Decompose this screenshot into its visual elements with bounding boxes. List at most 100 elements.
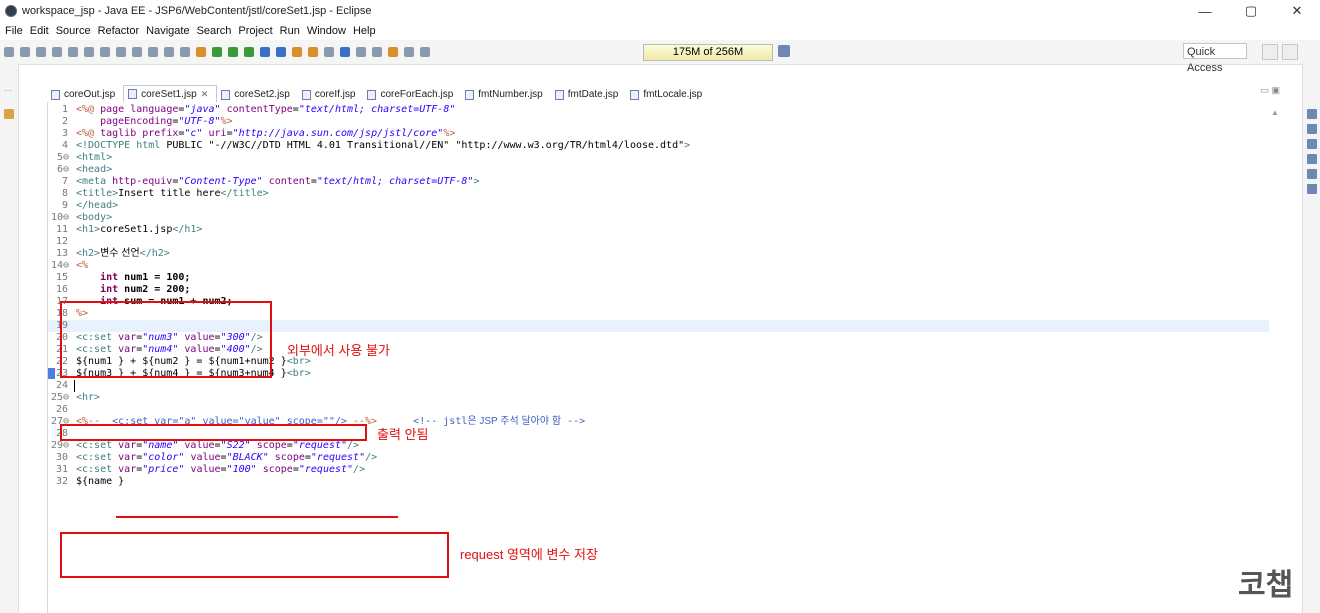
code-text: <%: [76, 260, 89, 271]
search-icon[interactable]: [324, 47, 334, 57]
vertical-scrollbar[interactable]: ▲: [1269, 102, 1281, 613]
editor-tabs: coreOut.jsp coreSet1.jsp ✕ coreSet2.jsp c…: [47, 85, 1280, 102]
text-caret: [74, 380, 75, 392]
scriptlet-highlight-box: [60, 301, 272, 378]
step-into-icon[interactable]: [148, 47, 158, 57]
open-perspective-icon[interactable]: [1262, 44, 1278, 60]
line-number: 5⊖: [56, 152, 69, 163]
java-ee-perspective-icon[interactable]: [1282, 44, 1298, 60]
line-number: 11: [55, 224, 68, 235]
task-list-icon[interactable]: [1307, 124, 1317, 134]
menu-window[interactable]: Window: [307, 25, 346, 37]
line-number: 10⊖: [50, 212, 69, 223]
title-bar: workspace_jsp - Java EE - JSP6/WebConten…: [0, 0, 1320, 22]
code-editor[interactable]: ▲ 1 <%@ page language="java" contentType=…: [47, 102, 1281, 613]
disconnect-icon[interactable]: [132, 47, 142, 57]
menu-file[interactable]: File: [5, 25, 23, 37]
step-over-icon[interactable]: [164, 47, 174, 57]
jsp-file-icon: [630, 89, 640, 100]
snippets-icon[interactable]: [1307, 169, 1317, 179]
last-edit-icon[interactable]: [388, 47, 398, 57]
new-class-icon[interactable]: [292, 47, 302, 57]
window-controls: — ▢ ✕: [1182, 0, 1320, 22]
save-all-icon[interactable]: [36, 47, 46, 57]
line-number: 31: [55, 464, 68, 475]
code-text: <c:set var="name" value="S22" scope="req…: [76, 440, 360, 451]
servers-icon[interactable]: [1307, 139, 1317, 149]
right-minimized-views: [1302, 64, 1320, 613]
tab-fmtdate[interactable]: fmtDate.jsp: [551, 87, 627, 102]
menu-help[interactable]: Help: [353, 25, 376, 37]
resume-icon[interactable]: [84, 47, 94, 57]
window-title: workspace_jsp - Java EE - JSP6/WebConten…: [22, 5, 372, 17]
line-number: 15: [55, 272, 68, 283]
run-icon[interactable]: [228, 47, 238, 57]
menu-source[interactable]: Source: [56, 25, 91, 37]
skip-breakpoints-icon[interactable]: [68, 47, 78, 57]
suspend-icon[interactable]: [100, 47, 110, 57]
code-text: <hr>: [76, 392, 101, 403]
step-return-icon[interactable]: [180, 47, 190, 57]
code-text: </head>: [76, 200, 119, 211]
menu-search[interactable]: Search: [197, 25, 232, 37]
console-icon[interactable]: [1307, 184, 1317, 194]
quick-access-input[interactable]: Quick Access: [1183, 43, 1247, 74]
terminal-icon[interactable]: [52, 47, 62, 57]
open-type-icon[interactable]: [308, 47, 318, 57]
jsp-file-icon: [465, 89, 475, 100]
tab-coreset2[interactable]: coreSet2.jsp: [217, 87, 298, 102]
annotation-store-in-request: request 영역에 변수 저장: [460, 547, 598, 562]
maximize-button[interactable]: ▢: [1228, 0, 1274, 22]
jsp-file-icon: [51, 89, 60, 100]
data-source-icon[interactable]: [1307, 154, 1317, 164]
code-text: ${name }: [76, 476, 125, 487]
toolbar-icons: [4, 45, 634, 59]
tab-fmtlocale[interactable]: fmtLocale.jsp: [626, 87, 710, 102]
debug-icon[interactable]: [212, 47, 222, 57]
menu-navigate[interactable]: Navigate: [146, 25, 189, 37]
menu-edit[interactable]: Edit: [30, 25, 49, 37]
back-icon[interactable]: [404, 47, 414, 57]
close-button[interactable]: ✕: [1274, 0, 1320, 22]
external-tools-icon[interactable]: [244, 47, 254, 57]
line-number: 4: [61, 140, 68, 151]
line-number: 26: [55, 404, 68, 415]
new-java-project-icon[interactable]: [260, 47, 270, 57]
terminate-icon[interactable]: [116, 47, 126, 57]
menu-project[interactable]: Project: [238, 25, 272, 37]
save-icon[interactable]: [20, 47, 30, 57]
new-package-icon[interactable]: [276, 47, 286, 57]
project-explorer-icon[interactable]: [4, 109, 14, 119]
main-toolbar: 175M of 256M Quick Access: [0, 40, 1320, 74]
tab-coreset1[interactable]: coreSet1.jsp ✕: [123, 85, 218, 102]
code-text: <c:set var="color" value="BLACK" scope="…: [76, 452, 378, 463]
outline-icon[interactable]: [1307, 109, 1317, 119]
line-number: 9: [61, 200, 68, 211]
request-scope-highlight-box: [60, 532, 449, 578]
line-number: 30: [55, 452, 68, 463]
forward-icon[interactable]: [420, 47, 430, 57]
jsp-file-icon: [554, 89, 564, 100]
restore-icon[interactable]: ⋯: [4, 86, 12, 95]
annotation-no-output: 출력 안됨: [377, 427, 429, 442]
server-icon[interactable]: [196, 47, 206, 57]
close-tab-icon[interactable]: ✕: [201, 87, 209, 102]
line-number: 13: [55, 248, 68, 259]
tab-fmtnumber[interactable]: fmtNumber.jsp: [461, 87, 550, 102]
tab-coreif[interactable]: coreIf.jsp: [298, 87, 364, 102]
tab-coreforeach[interactable]: coreForEach.jsp: [363, 87, 461, 102]
code-text: <h1>coreSet1.jsp</h1>: [76, 224, 203, 235]
minimize-button[interactable]: —: [1182, 0, 1228, 22]
line-number: 29⊖: [50, 440, 69, 451]
scroll-up-icon[interactable]: ▲: [1271, 108, 1279, 117]
new-icon[interactable]: [4, 47, 14, 57]
garbage-collect-icon[interactable]: [778, 45, 790, 57]
next-annotation-icon[interactable]: [356, 47, 366, 57]
prev-annotation-icon[interactable]: [372, 47, 382, 57]
toggle-mark-icon[interactable]: [340, 47, 350, 57]
menu-refactor[interactable]: Refactor: [98, 25, 140, 37]
line-number: 3: [61, 128, 68, 139]
menu-run[interactable]: Run: [280, 25, 300, 37]
minimize-maximize-icon[interactable]: ▭ ▣: [1260, 85, 1280, 96]
tab-coreout[interactable]: coreOut.jsp: [47, 87, 123, 102]
